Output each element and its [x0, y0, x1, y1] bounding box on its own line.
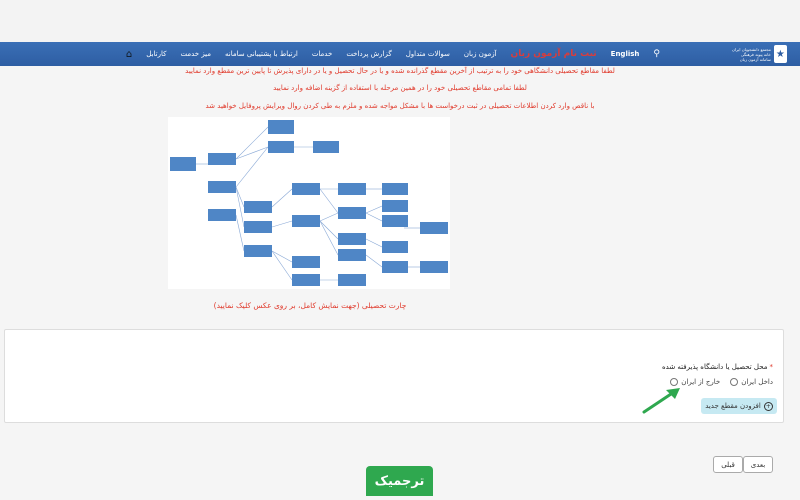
search-icon[interactable]: ⚲	[653, 49, 660, 59]
nav-item-cartable[interactable]: کارتابل	[146, 50, 166, 58]
radio-circle[interactable]	[670, 378, 679, 386]
site-logo[interactable]: مجتمع دانشجویان ایران خانه پیوند فرهنگی …	[732, 43, 792, 65]
nav-item-support[interactable]: ارتباط با پشتیبانی سامانه	[225, 50, 298, 58]
logo-line: مجتمع دانشجویان ایران	[732, 46, 771, 52]
plus-icon: +	[763, 401, 773, 411]
next-button[interactable]: بعدی	[743, 456, 773, 473]
nav-item-language-exam[interactable]: آزمون زبان	[464, 50, 497, 58]
nav-menu: ⌂ کارتابل میز خدمت ارتباط با پشتیبانی سا…	[126, 42, 660, 66]
logo-line: سامانه آزمون زبان	[739, 56, 771, 62]
location-label-text: محل تحصیل یا دانشگاه پذیرفته شده	[662, 363, 768, 371]
nav-item-exam-registration[interactable]: ثبت نام آزمون زبان	[511, 49, 597, 59]
radio-outside-iran[interactable]: خارج از ایران	[670, 378, 720, 386]
home-icon[interactable]: ⌂	[126, 49, 132, 60]
notice-line: با ناقص وارد کردن اطلاعات تحصیلی در ثبت …	[205, 102, 595, 110]
pointer-arrow-icon	[642, 388, 680, 414]
add-degree-button[interactable]: + افزودن مقطع جدید	[701, 398, 777, 414]
nav-item-services[interactable]: خدمات	[312, 50, 332, 58]
radio-inside-iran[interactable]: داخل ایران	[730, 378, 773, 386]
logo-text: مجتمع دانشجویان ایران خانه پیوند فرهنگی …	[732, 47, 771, 62]
radio-outside-iran-label: خارج از ایران	[681, 378, 721, 386]
education-chart-image[interactable]	[168, 117, 450, 289]
english-language-link[interactable]: English	[611, 50, 640, 58]
previous-button[interactable]: قبلی	[713, 456, 743, 473]
emblem-icon: ★	[773, 45, 787, 63]
location-radio-group: خارج از ایران داخل ایران	[670, 378, 773, 386]
nav-item-service-desk[interactable]: میز خدمت	[180, 50, 211, 58]
education-flowchart	[170, 120, 448, 286]
nav-item-payment-report[interactable]: گزارش پرداخت	[346, 50, 391, 58]
add-degree-label: افزودن مقطع جدید	[705, 402, 761, 410]
chart-nodes	[170, 120, 448, 286]
radio-circle[interactable]	[730, 378, 739, 386]
nav-item-faq[interactable]: سوالات متداول	[406, 50, 450, 58]
page-top-bar	[0, 0, 800, 42]
radio-inside-iran-label: داخل ایران	[741, 378, 773, 386]
notice-line: لطفا تمامی مقاطع تحصیلی خود را در همین م…	[273, 84, 527, 92]
required-mark: *	[769, 363, 774, 371]
main-navbar: مجتمع دانشجویان ایران خانه پیوند فرهنگی …	[0, 42, 800, 66]
chart-caption[interactable]: چارت تحصیلی (جهت نمایش کامل، بر روی عکس …	[160, 301, 460, 310]
notice-line: لطفا مقاطع تحصیلی دانشگاهی خود را به ترت…	[185, 67, 615, 75]
location-field-label: *محل تحصیل یا دانشگاه پذیرفته شده	[662, 363, 773, 371]
brand-badge: ترجمیک	[366, 466, 433, 496]
